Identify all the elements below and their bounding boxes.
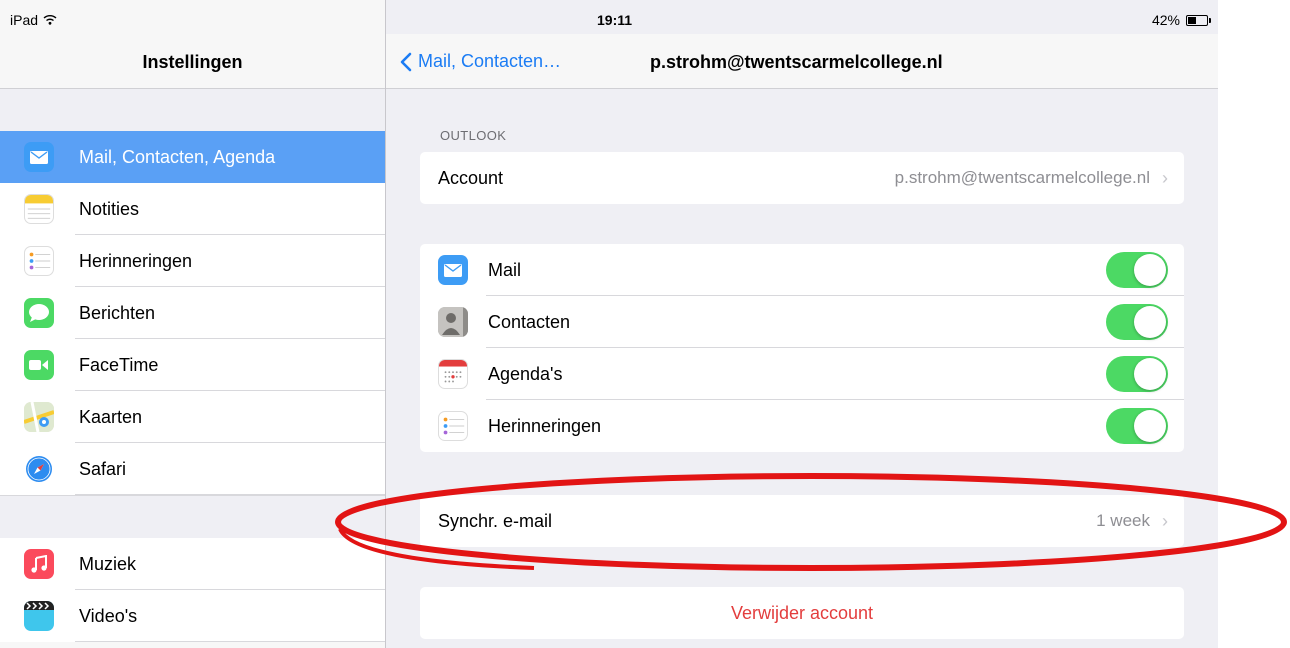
sidebar-item-label: Mail, Contacten, Agenda	[79, 146, 276, 167]
page-title: p.strohm@twentscarmelcollege.nl	[650, 52, 943, 72]
music-icon	[24, 549, 54, 579]
reminders-toggle[interactable]	[1106, 408, 1168, 444]
device-name: iPad	[10, 12, 39, 28]
sidebar-item-label: Muziek	[79, 553, 137, 574]
calendar-toggle[interactable]	[1106, 356, 1168, 392]
sidebar-item-reminders[interactable]: Herinneringen	[0, 235, 385, 287]
mail-toggle-row: Mail	[420, 244, 1184, 296]
delete-account-label: Verwijder account	[730, 602, 874, 623]
delete-account-button[interactable]: Verwijder account	[420, 587, 1184, 639]
sidebar-item-label: Notities	[79, 198, 140, 219]
sync-services-group: Mail Contacten Agenda's Herinneringen	[420, 244, 1184, 452]
mail-icon	[438, 255, 468, 285]
sidebar-item-maps[interactable]: Kaarten	[0, 391, 385, 443]
status-left: iPad	[10, 12, 57, 28]
messages-icon	[24, 298, 54, 328]
ipad-screen: Instellingen Mail, Contacten, Agenda Not…	[0, 0, 1218, 648]
detail-nav-bar: Mail, Contacten… p.strohm@twentscarmelco…	[386, 34, 1218, 89]
sidebar-spacer	[0, 495, 385, 539]
section-header-outlook: OUTLOOK	[440, 128, 507, 143]
contacts-toggle-label: Contacten	[488, 311, 571, 332]
facetime-icon	[24, 350, 54, 380]
sidebar-item-label: FaceTime	[79, 354, 159, 375]
calendar-icon	[438, 359, 468, 389]
account-detail-pane: Mail, Contacten… p.strohm@twentscarmelco…	[386, 0, 1218, 648]
safari-icon	[24, 454, 54, 484]
sidebar-item-messages[interactable]: Berichten	[0, 287, 385, 339]
contacts-icon	[438, 307, 468, 337]
contacts-toggle[interactable]	[1106, 304, 1168, 340]
sidebar-title: Instellingen	[142, 52, 243, 72]
sidebar-spacer	[0, 89, 385, 131]
sidebar-group-apps: Mail, Contacten, Agenda Notities Herinne…	[0, 131, 385, 495]
sidebar-nav-bar: Instellingen	[0, 34, 385, 89]
mail-toggle[interactable]	[1106, 252, 1168, 288]
sidebar-item-facetime[interactable]: FaceTime	[0, 339, 385, 391]
sidebar-item-music[interactable]: Muziek	[0, 538, 385, 590]
sync-mail-label: Synchr. e-mail	[438, 510, 553, 531]
sidebar-item-mail-contacts-calendar[interactable]: Mail, Contacten, Agenda	[0, 131, 385, 183]
settings-sidebar: Instellingen Mail, Contacten, Agenda Not…	[0, 0, 386, 648]
calendar-toggle-row: Agenda's	[420, 348, 1184, 400]
sync-mail-group: Synchr. e-mail 1 week ›	[420, 495, 1184, 547]
sidebar-group-media: Muziek Video's	[0, 538, 385, 642]
sidebar-item-label: Kaarten	[79, 406, 143, 427]
delete-account-group: Verwijder account	[420, 587, 1184, 639]
reminders-icon	[24, 246, 54, 276]
account-value: p.strohm@twentscarmelcollege.nl	[894, 168, 1150, 187]
mail-icon	[24, 142, 54, 172]
sidebar-item-label: Video's	[79, 605, 138, 626]
calendar-toggle-label: Agenda's	[488, 363, 563, 384]
reminders-toggle-label: Herinneringen	[488, 415, 602, 436]
sync-mail-cell[interactable]: Synchr. e-mail 1 week ›	[420, 495, 1184, 547]
videos-icon	[24, 601, 54, 631]
reminders-icon	[438, 411, 468, 441]
account-cell[interactable]: Account p.strohm@twentscarmelcollege.nl …	[420, 152, 1184, 204]
sidebar-item-label: Safari	[79, 458, 127, 479]
sidebar-item-videos[interactable]: Video's	[0, 590, 385, 642]
chevron-right-icon: ›	[1162, 510, 1168, 531]
back-button[interactable]: Mail, Contacten…	[400, 51, 561, 72]
sidebar-item-notes[interactable]: Notities	[0, 183, 385, 235]
account-group: Account p.strohm@twentscarmelcollege.nl …	[420, 152, 1184, 204]
back-button-label: Mail, Contacten…	[418, 51, 562, 71]
wifi-icon	[43, 12, 57, 28]
sync-mail-value: 1 week	[1096, 511, 1150, 530]
sidebar-item-safari[interactable]: Safari	[0, 443, 385, 495]
chevron-right-icon: ›	[1162, 167, 1168, 188]
account-label: Account	[438, 167, 504, 188]
row-separator	[75, 641, 385, 642]
mail-toggle-label: Mail	[488, 259, 522, 280]
sidebar-item-label: Berichten	[79, 302, 156, 323]
maps-icon	[24, 402, 54, 432]
notes-icon	[24, 194, 54, 224]
chevron-left-icon	[400, 52, 412, 71]
contacts-toggle-row: Contacten	[420, 296, 1184, 348]
reminders-toggle-row: Herinneringen	[420, 400, 1184, 452]
sidebar-item-label: Herinneringen	[79, 250, 193, 271]
